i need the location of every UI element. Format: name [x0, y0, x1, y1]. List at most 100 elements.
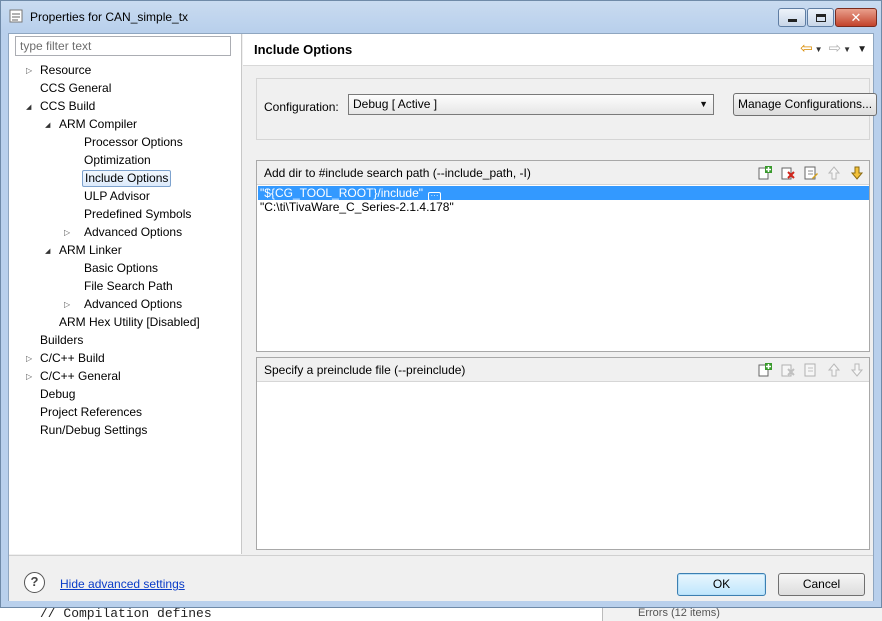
list-item[interactable]: "C:\ti\TivaWare_C_Series-2.1.4.178"	[258, 200, 869, 214]
edit-icon[interactable]	[803, 165, 819, 181]
tree-item[interactable]: Project References	[9, 404, 241, 421]
filter-input[interactable]	[15, 36, 231, 56]
tree-item[interactable]: Optimization	[9, 152, 241, 169]
tree-item[interactable]: CCS General	[9, 80, 241, 97]
minimize-icon	[787, 19, 797, 22]
edit-icon[interactable]	[803, 362, 819, 378]
minimize-button[interactable]	[778, 8, 806, 27]
tree-item[interactable]: C/C++ Build	[9, 350, 241, 367]
tree-item-label: ARM Compiler	[59, 117, 138, 131]
close-button[interactable]: ✕	[835, 8, 877, 27]
view-menu-icon[interactable]: ▼	[857, 44, 867, 55]
forward-arrow-icon[interactable]: ⇨	[829, 41, 842, 57]
tree-item-label: ARM Linker	[59, 243, 122, 257]
tree-item[interactable]: Run/Debug Settings	[9, 422, 241, 439]
tree-item[interactable]: CCS Build	[9, 98, 241, 115]
close-icon: ✕	[850, 10, 862, 25]
tree-item-label: C/C++ Build	[40, 351, 105, 365]
manage-configurations-button[interactable]: Manage Configurations...	[733, 93, 877, 116]
tree-item-label: ULP Advisor	[84, 189, 150, 203]
tree-item-label: Project References	[40, 405, 143, 419]
tree-item-label: Advanced Options	[84, 225, 183, 239]
tree-item-label: Include Options	[82, 170, 172, 187]
button-bar: ? Hide advanced settings OK Cancel	[9, 555, 873, 601]
delete-icon[interactable]	[780, 165, 796, 181]
include-path-panel: Add dir to #include search path (--inclu…	[256, 160, 870, 352]
preinclude-toolbar	[757, 362, 865, 378]
tree-item[interactable]: Include Options	[9, 170, 241, 187]
add-icon[interactable]	[757, 165, 773, 181]
configuration-group: Configuration: Debug [ Active ] ▼ Manage…	[256, 78, 877, 140]
collapsed-arrow-icon[interactable]	[26, 368, 35, 385]
tree-item[interactable]: Resource	[9, 62, 241, 79]
expanded-arrow-icon[interactable]	[45, 116, 54, 133]
maximize-icon	[815, 13, 826, 22]
tree-item[interactable]: Processor Options	[9, 134, 241, 151]
tree-item[interactable]: Debug	[9, 386, 241, 403]
page-title: Include Options	[254, 42, 353, 57]
chevron-down-icon: ▼	[699, 99, 708, 109]
tree-item[interactable]: Basic Options	[9, 260, 241, 277]
list-item-text: "${CG_TOOL_ROOT}/include"	[260, 186, 424, 200]
tree-item[interactable]: Builders	[9, 332, 241, 349]
configuration-value: Debug [ Active ]	[353, 97, 438, 111]
tree-item[interactable]: File Search Path	[9, 278, 241, 295]
preinclude-panel: Specify a preinclude file (--preinclude)	[256, 357, 870, 550]
help-icon[interactable]: ?	[24, 572, 45, 593]
tree-item-label: Basic Options	[84, 261, 159, 275]
move-up-icon[interactable]	[826, 165, 842, 181]
expanded-arrow-icon[interactable]	[26, 98, 35, 115]
window-title: Properties for CAN_simple_tx	[30, 10, 189, 24]
tree-item-label: ARM Hex Utility [Disabled]	[59, 315, 200, 329]
configuration-label: Configuration:	[264, 100, 339, 114]
tree-item[interactable]: ARM Linker	[9, 242, 241, 259]
include-path-toolbar	[757, 165, 865, 181]
tree-item-label: Optimization	[84, 153, 151, 167]
tree-item-label: File Search Path	[84, 279, 173, 293]
ok-button[interactable]: OK	[677, 573, 766, 596]
move-up-icon[interactable]	[826, 362, 842, 378]
back-dropdown-icon[interactable]: ▼	[815, 45, 823, 54]
tree-item-label: Builders	[40, 333, 84, 347]
collapsed-arrow-icon[interactable]	[64, 296, 73, 313]
include-path-header: Add dir to #include search path (--inclu…	[257, 161, 869, 185]
collapsed-arrow-icon[interactable]	[26, 350, 35, 367]
background-code-text: // Compilation defines	[40, 606, 212, 621]
hide-advanced-settings-link[interactable]: Hide advanced settings	[60, 577, 185, 591]
title-bar[interactable]: Properties for CAN_simple_tx ✕	[1, 1, 881, 33]
tree-item[interactable]: Advanced Options	[9, 296, 241, 313]
tree-item[interactable]: Predefined Symbols	[9, 206, 241, 223]
tree-item[interactable]: ULP Advisor	[9, 188, 241, 205]
back-arrow-icon[interactable]: ⇦	[800, 41, 813, 57]
tree-item[interactable]: ARM Hex Utility [Disabled]	[9, 314, 241, 331]
tree-item-label: C/C++ General	[40, 369, 121, 383]
background-problems-text: Errors (12 items)	[638, 607, 720, 619]
tree-item-label: Debug	[40, 387, 76, 401]
collapsed-arrow-icon[interactable]	[64, 224, 73, 241]
move-down-icon[interactable]	[849, 362, 865, 378]
delete-icon[interactable]	[780, 362, 796, 378]
properties-icon	[9, 9, 23, 23]
property-page: Include Options ⇦ ▼ ⇨ ▼ ▼ Configuration:…	[243, 34, 877, 554]
collapsed-arrow-icon[interactable]	[26, 62, 35, 79]
configuration-select[interactable]: Debug [ Active ] ▼	[348, 94, 714, 115]
expanded-arrow-icon[interactable]	[45, 242, 54, 259]
tree-item[interactable]: C/C++ General	[9, 368, 241, 385]
page-header: Include Options ⇦ ▼ ⇨ ▼ ▼	[243, 34, 873, 66]
tree-item-label: Predefined Symbols	[84, 207, 192, 221]
properties-dialog: Properties for CAN_simple_tx ✕ Resource C…	[0, 0, 882, 608]
forward-dropdown-icon[interactable]: ▼	[843, 45, 851, 54]
tree-item-label: Run/Debug Settings	[40, 423, 148, 437]
tree-item[interactable]: ARM Compiler	[9, 116, 241, 133]
cancel-button[interactable]: Cancel	[778, 573, 865, 596]
navigation-pane: Resource CCS General CCS Build ARM Compiler…	[9, 34, 242, 554]
tree-item-label: Advanced Options	[84, 297, 183, 311]
tree-item-label: Resource	[40, 63, 92, 77]
list-item[interactable]: "${CG_TOOL_ROOT}/include" ···	[258, 186, 869, 201]
tree-item-label: CCS Build	[40, 99, 96, 113]
maximize-button[interactable]	[807, 8, 834, 27]
move-down-icon[interactable]	[849, 165, 865, 181]
add-icon[interactable]	[757, 362, 773, 378]
tree-item[interactable]: Advanced Options	[9, 224, 241, 241]
include-path-title: Add dir to #include search path (--inclu…	[264, 166, 531, 180]
